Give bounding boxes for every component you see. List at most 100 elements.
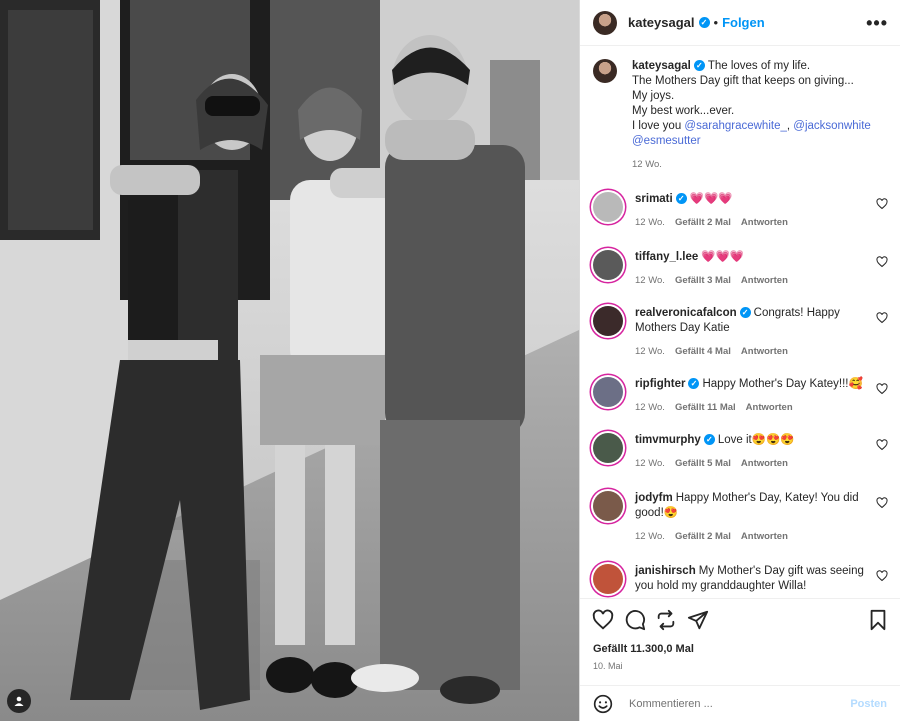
commenter-avatar[interactable] bbox=[593, 564, 623, 594]
commenter-username[interactable]: srimati bbox=[635, 193, 673, 205]
comment-age: 12 Wo. bbox=[635, 531, 665, 542]
verified-badge-icon: ✓ bbox=[698, 17, 710, 28]
commenter-username[interactable]: jodyfm bbox=[635, 492, 673, 504]
commenter-avatar[interactable] bbox=[593, 192, 623, 222]
comment-age: 12 Wo. bbox=[635, 402, 665, 413]
commenter-username[interactable]: janishirsch bbox=[635, 565, 696, 577]
comment-text: 💗💗💗 bbox=[701, 251, 745, 263]
caption-line: My best work...ever. bbox=[632, 105, 735, 117]
comment-text: Love it😍😍😍 bbox=[717, 434, 795, 446]
post-image bbox=[0, 0, 579, 721]
commenter-avatar[interactable] bbox=[593, 306, 623, 336]
caption-line: The Mothers Day gift that keeps on givin… bbox=[632, 75, 854, 87]
caption: kateysagal ✓ The loves of my life. The Mot… bbox=[593, 59, 888, 172]
caption-line: My joys. bbox=[632, 90, 675, 102]
follow-button[interactable]: Folgen bbox=[722, 15, 765, 30]
comment-container: srimati ✓ 💗💗💗 12 Wo. Gefällt 2 Mal Antworten t… bbox=[593, 192, 888, 598]
post-header: kateysagal ✓ • Folgen ••• bbox=[580, 0, 900, 46]
mention-link[interactable]: @jacksonwhite bbox=[793, 120, 871, 132]
author-avatar[interactable] bbox=[593, 59, 617, 83]
comment-item: timvmurphy ✓ Love it😍😍😍 12 Wo. Gefällt 5 Mal… bbox=[593, 433, 888, 471]
mention-link[interactable]: @sarahgracewhite_ bbox=[684, 120, 786, 132]
repost-icon[interactable] bbox=[655, 609, 677, 631]
reply-button[interactable]: Antworten bbox=[741, 275, 788, 286]
like-heart-icon[interactable] bbox=[592, 609, 614, 631]
commenter-username[interactable]: tiffany_l.lee bbox=[635, 251, 698, 263]
verified-badge-icon: ✓ bbox=[675, 193, 687, 205]
separator-dot: • bbox=[713, 15, 719, 30]
comment-meta: 12 Wo. Gefällt 5 Mal Antworten bbox=[635, 456, 864, 471]
comment-like-heart-icon[interactable] bbox=[876, 497, 888, 509]
comment-age: 12 Wo. bbox=[635, 217, 665, 228]
comment-like-heart-icon[interactable] bbox=[876, 198, 888, 210]
verified-badge-icon: ✓ bbox=[703, 434, 715, 446]
comment-like-count[interactable]: Gefällt 2 Mal bbox=[675, 217, 731, 228]
comment-like-count[interactable]: Gefällt 4 Mal bbox=[675, 346, 731, 357]
caption-meta: 12 Wo. bbox=[632, 157, 888, 172]
commenter-avatar[interactable] bbox=[593, 250, 623, 280]
comment-like-heart-icon[interactable] bbox=[876, 383, 888, 395]
caption-username[interactable]: kateysagal bbox=[632, 60, 691, 72]
share-icon[interactable] bbox=[687, 609, 709, 631]
comment-input[interactable] bbox=[627, 696, 851, 711]
comment-like-heart-icon[interactable] bbox=[876, 570, 888, 582]
commenter-username[interactable]: ripfighter bbox=[635, 378, 685, 390]
comment-like-heart-icon[interactable] bbox=[876, 439, 888, 451]
user-icon bbox=[14, 696, 24, 706]
commenter-avatar[interactable] bbox=[593, 377, 623, 407]
commenter-username[interactable]: timvmurphy bbox=[635, 434, 701, 446]
comment-meta: 12 Wo. Gefällt 4 Mal Antworten bbox=[635, 344, 864, 359]
comment-item: jodyfm Happy Mother's Day, Katey! You did… bbox=[593, 491, 888, 544]
commenter-avatar[interactable] bbox=[593, 491, 623, 521]
more-options-icon[interactable]: ••• bbox=[866, 14, 888, 32]
bookmark-icon[interactable] bbox=[868, 609, 888, 631]
comment-item: janishirsch My Mother's Day gift was seei… bbox=[593, 564, 888, 598]
comment-like-count[interactable]: Gefällt 3 Mal bbox=[675, 275, 731, 286]
comment-meta: 12 Wo. Gefällt 2 Mal Antworten bbox=[635, 529, 864, 544]
caption-age: 12 Wo. bbox=[632, 159, 662, 170]
comment-like-heart-icon[interactable] bbox=[876, 256, 888, 268]
comment-meta: 12 Wo. Gefällt 11 Mal Antworten bbox=[635, 400, 864, 415]
comment-meta: 12 Wo. Gefällt 2 Mal Antworten bbox=[635, 215, 864, 230]
comment-item: srimati ✓ 💗💗💗 12 Wo. Gefällt 2 Mal Antworten bbox=[593, 192, 888, 230]
post-detail-panel: kateysagal ✓ • Folgen ••• kateysagal ✓ The… bbox=[579, 0, 900, 721]
post-date: 10. Mai bbox=[593, 661, 623, 671]
reply-button[interactable]: Antworten bbox=[746, 402, 793, 413]
post-comment-button[interactable]: Posten bbox=[850, 698, 887, 710]
comment-like-count[interactable]: Gefällt 11 Mal bbox=[675, 402, 736, 413]
verified-badge-icon: ✓ bbox=[693, 60, 705, 72]
reply-button[interactable]: Antworten bbox=[741, 346, 788, 357]
comment-like-count[interactable]: Gefällt 2 Mal bbox=[675, 531, 731, 542]
author-avatar[interactable] bbox=[593, 10, 617, 35]
mention-link[interactable]: @esmesutter bbox=[632, 135, 701, 147]
reply-button[interactable]: Antworten bbox=[741, 458, 788, 469]
caption-line: The loves of my life. bbox=[707, 60, 811, 72]
comment-composer: Posten bbox=[580, 685, 900, 721]
action-bar: Gefällt 11.300,0 Mal 10. Mai bbox=[580, 598, 900, 689]
verified-badge-icon: ✓ bbox=[688, 378, 700, 390]
comment-meta: 12 Wo. Gefällt 3 Mal Antworten bbox=[635, 273, 864, 288]
comment-like-heart-icon[interactable] bbox=[876, 312, 888, 324]
comment-text: 💗💗💗 bbox=[689, 193, 733, 205]
commenter-avatar[interactable] bbox=[593, 433, 623, 463]
reply-button[interactable]: Antworten bbox=[741, 217, 788, 228]
post-photo[interactable] bbox=[0, 0, 579, 721]
verified-badge-icon: ✓ bbox=[739, 307, 751, 319]
comment-age: 12 Wo. bbox=[635, 275, 665, 286]
caption-line: I love you bbox=[632, 120, 685, 132]
comment-like-count[interactable]: Gefällt 5 Mal bbox=[675, 458, 731, 469]
commenter-username[interactable]: realveronicafalcon bbox=[635, 307, 737, 319]
comment-item: realveronicafalcon ✓ Congrats! Happy Mothe… bbox=[593, 306, 888, 359]
comment-age: 12 Wo. bbox=[635, 458, 665, 469]
tag-people-button[interactable] bbox=[7, 689, 31, 713]
comment-age: 12 Wo. bbox=[635, 346, 665, 357]
reply-button[interactable]: Antworten bbox=[741, 531, 788, 542]
comments-list[interactable]: kateysagal ✓ The loves of my life. The Mot… bbox=[580, 47, 900, 598]
comment-item: tiffany_l.lee 💗💗💗 12 Wo. Gefällt 3 Mal Antwo… bbox=[593, 250, 888, 288]
comment-icon[interactable] bbox=[624, 609, 646, 631]
comment-text: Happy Mother's Day Katey!!!🥰 bbox=[702, 378, 863, 390]
like-count[interactable]: Gefällt 11.300,0 Mal bbox=[593, 643, 694, 655]
emoji-icon[interactable] bbox=[593, 694, 613, 714]
author-username[interactable]: kateysagal bbox=[628, 15, 695, 30]
comment-item: ripfighter ✓ Happy Mother's Day Katey!!!🥰 1… bbox=[593, 377, 888, 415]
